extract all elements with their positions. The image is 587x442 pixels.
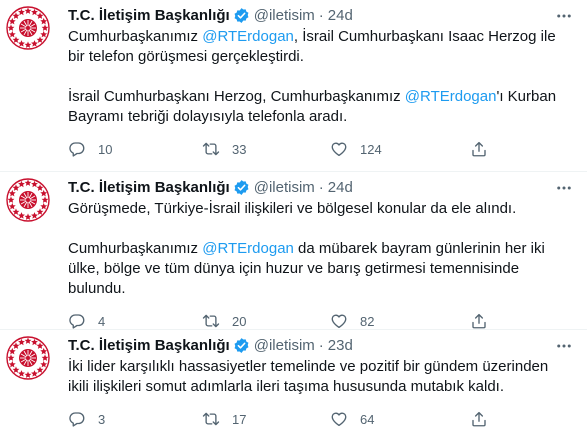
text-segment: İki lider karşılıklı hassasiyetler temel… (68, 358, 549, 395)
retweet-count: 17 (232, 411, 247, 427)
tweet-paragraph: Görüşmede, Türkiye-İsrail ilişkileri ve … (68, 199, 573, 219)
author-handle[interactable]: @iletisim (254, 337, 315, 354)
action-bar: 3 17 64 (68, 409, 573, 429)
text-segment: Cumhurbaşkanımız (68, 28, 203, 45)
share-button[interactable] (470, 410, 488, 428)
tweet-paragraph: Cumhurbaşkanımız @RTErdogan, İsrail Cumh… (68, 27, 573, 67)
like-count: 124 (360, 141, 382, 157)
separator-dot: · (318, 336, 324, 354)
text-segment: Görüşmede, Türkiye-İsrail ilişkileri ve … (68, 200, 517, 217)
tweet-paragraph: Cumhurbaşkanımız @RTErdogan da mübarek b… (68, 239, 573, 299)
tweet-paragraph: İki lider karşılıklı hassasiyetler temel… (68, 357, 573, 397)
share-icon (472, 411, 486, 427)
retweet-icon (202, 314, 220, 328)
author-handle[interactable]: @iletisim (254, 7, 315, 24)
action-bar: 10 33 124 (68, 139, 573, 159)
avatar[interactable] (4, 4, 52, 52)
text-segment: İsrail Cumhurbaşkanı Herzog, Cumhurbaşka… (68, 88, 405, 105)
tweet-text: İki lider karşılıklı hassasiyetler temel… (68, 357, 573, 397)
heart-icon (331, 314, 347, 329)
more-options-icon[interactable] (555, 7, 573, 25)
timestamp[interactable]: 24d (328, 179, 353, 196)
like-button[interactable]: 124 (330, 140, 470, 158)
tweet-paragraph: İsrail Cumhurbaşkanı Herzog, Cumhurbaşka… (68, 87, 573, 127)
more-options-icon[interactable] (555, 337, 573, 355)
share-icon (472, 141, 486, 157)
like-button[interactable]: 64 (330, 410, 470, 428)
tweet-header: T.C. İletişim Başkanlığı @iletisim · 24d (68, 4, 573, 26)
mention-link[interactable]: @RTErdogan (202, 240, 294, 257)
retweet-button[interactable]: 20 (202, 312, 330, 330)
tweet-text: Cumhurbaşkanımız @RTErdogan, İsrail Cumh… (68, 27, 573, 127)
separator-dot: · (318, 178, 324, 196)
mention-link[interactable]: @RTErdogan (202, 28, 294, 45)
reply-button[interactable]: 10 (68, 140, 202, 158)
tweet-feed: T.C. İletişim Başkanlığı @iletisim · 24d… (0, 0, 587, 442)
retweet-count: 20 (232, 313, 247, 329)
retweet-icon (202, 412, 220, 426)
timestamp[interactable]: 24d (328, 7, 353, 24)
reply-count: 3 (98, 411, 106, 427)
author-name[interactable]: T.C. İletişim Başkanlığı (68, 179, 230, 196)
tweet[interactable]: T.C. İletişim Başkanlığı @iletisim · 23d… (0, 330, 587, 442)
reply-icon (69, 412, 85, 427)
tweet-header: T.C. İletişim Başkanlığı @iletisim · 24d (68, 176, 573, 198)
reply-icon (69, 314, 85, 329)
like-count: 82 (360, 313, 375, 329)
share-icon (472, 313, 486, 329)
tweet-header: T.C. İletişim Başkanlığı @iletisim · 23d (68, 334, 573, 356)
retweet-count: 33 (232, 141, 247, 157)
author-handle[interactable]: @iletisim (254, 179, 315, 196)
author-name[interactable]: T.C. İletişim Başkanlığı (68, 337, 230, 354)
avatar[interactable] (4, 176, 52, 224)
heart-icon (331, 412, 347, 427)
tweet-text: Görüşmede, Türkiye-İsrail ilişkileri ve … (68, 199, 573, 299)
author-name[interactable]: T.C. İletişim Başkanlığı (68, 7, 230, 24)
tweet[interactable]: T.C. İletişim Başkanlığı @iletisim · 24d… (0, 0, 587, 172)
separator-dot: · (318, 6, 324, 24)
verified-badge-icon (234, 7, 249, 23)
more-options-icon[interactable] (555, 179, 573, 197)
like-count: 64 (360, 411, 375, 427)
tweet[interactable]: T.C. İletişim Başkanlığı @iletisim · 24d… (0, 172, 587, 330)
timestamp[interactable]: 23d (328, 337, 353, 354)
mention-link[interactable]: @RTErdogan (405, 88, 497, 105)
share-button[interactable] (470, 140, 488, 158)
action-bar: 4 20 82 (68, 311, 573, 331)
share-button[interactable] (470, 312, 488, 330)
verified-badge-icon (234, 179, 249, 195)
retweet-button[interactable]: 33 (202, 140, 330, 158)
verified-badge-icon (234, 337, 249, 353)
reply-button[interactable]: 3 (68, 410, 202, 428)
reply-icon (69, 142, 85, 157)
reply-button[interactable]: 4 (68, 312, 202, 330)
heart-icon (331, 142, 347, 157)
reply-count: 4 (98, 313, 106, 329)
reply-count: 10 (98, 141, 113, 157)
avatar[interactable] (4, 334, 52, 382)
retweet-button[interactable]: 17 (202, 410, 330, 428)
text-segment: Cumhurbaşkanımız (68, 240, 203, 257)
like-button[interactable]: 82 (330, 312, 470, 330)
retweet-icon (202, 142, 220, 156)
